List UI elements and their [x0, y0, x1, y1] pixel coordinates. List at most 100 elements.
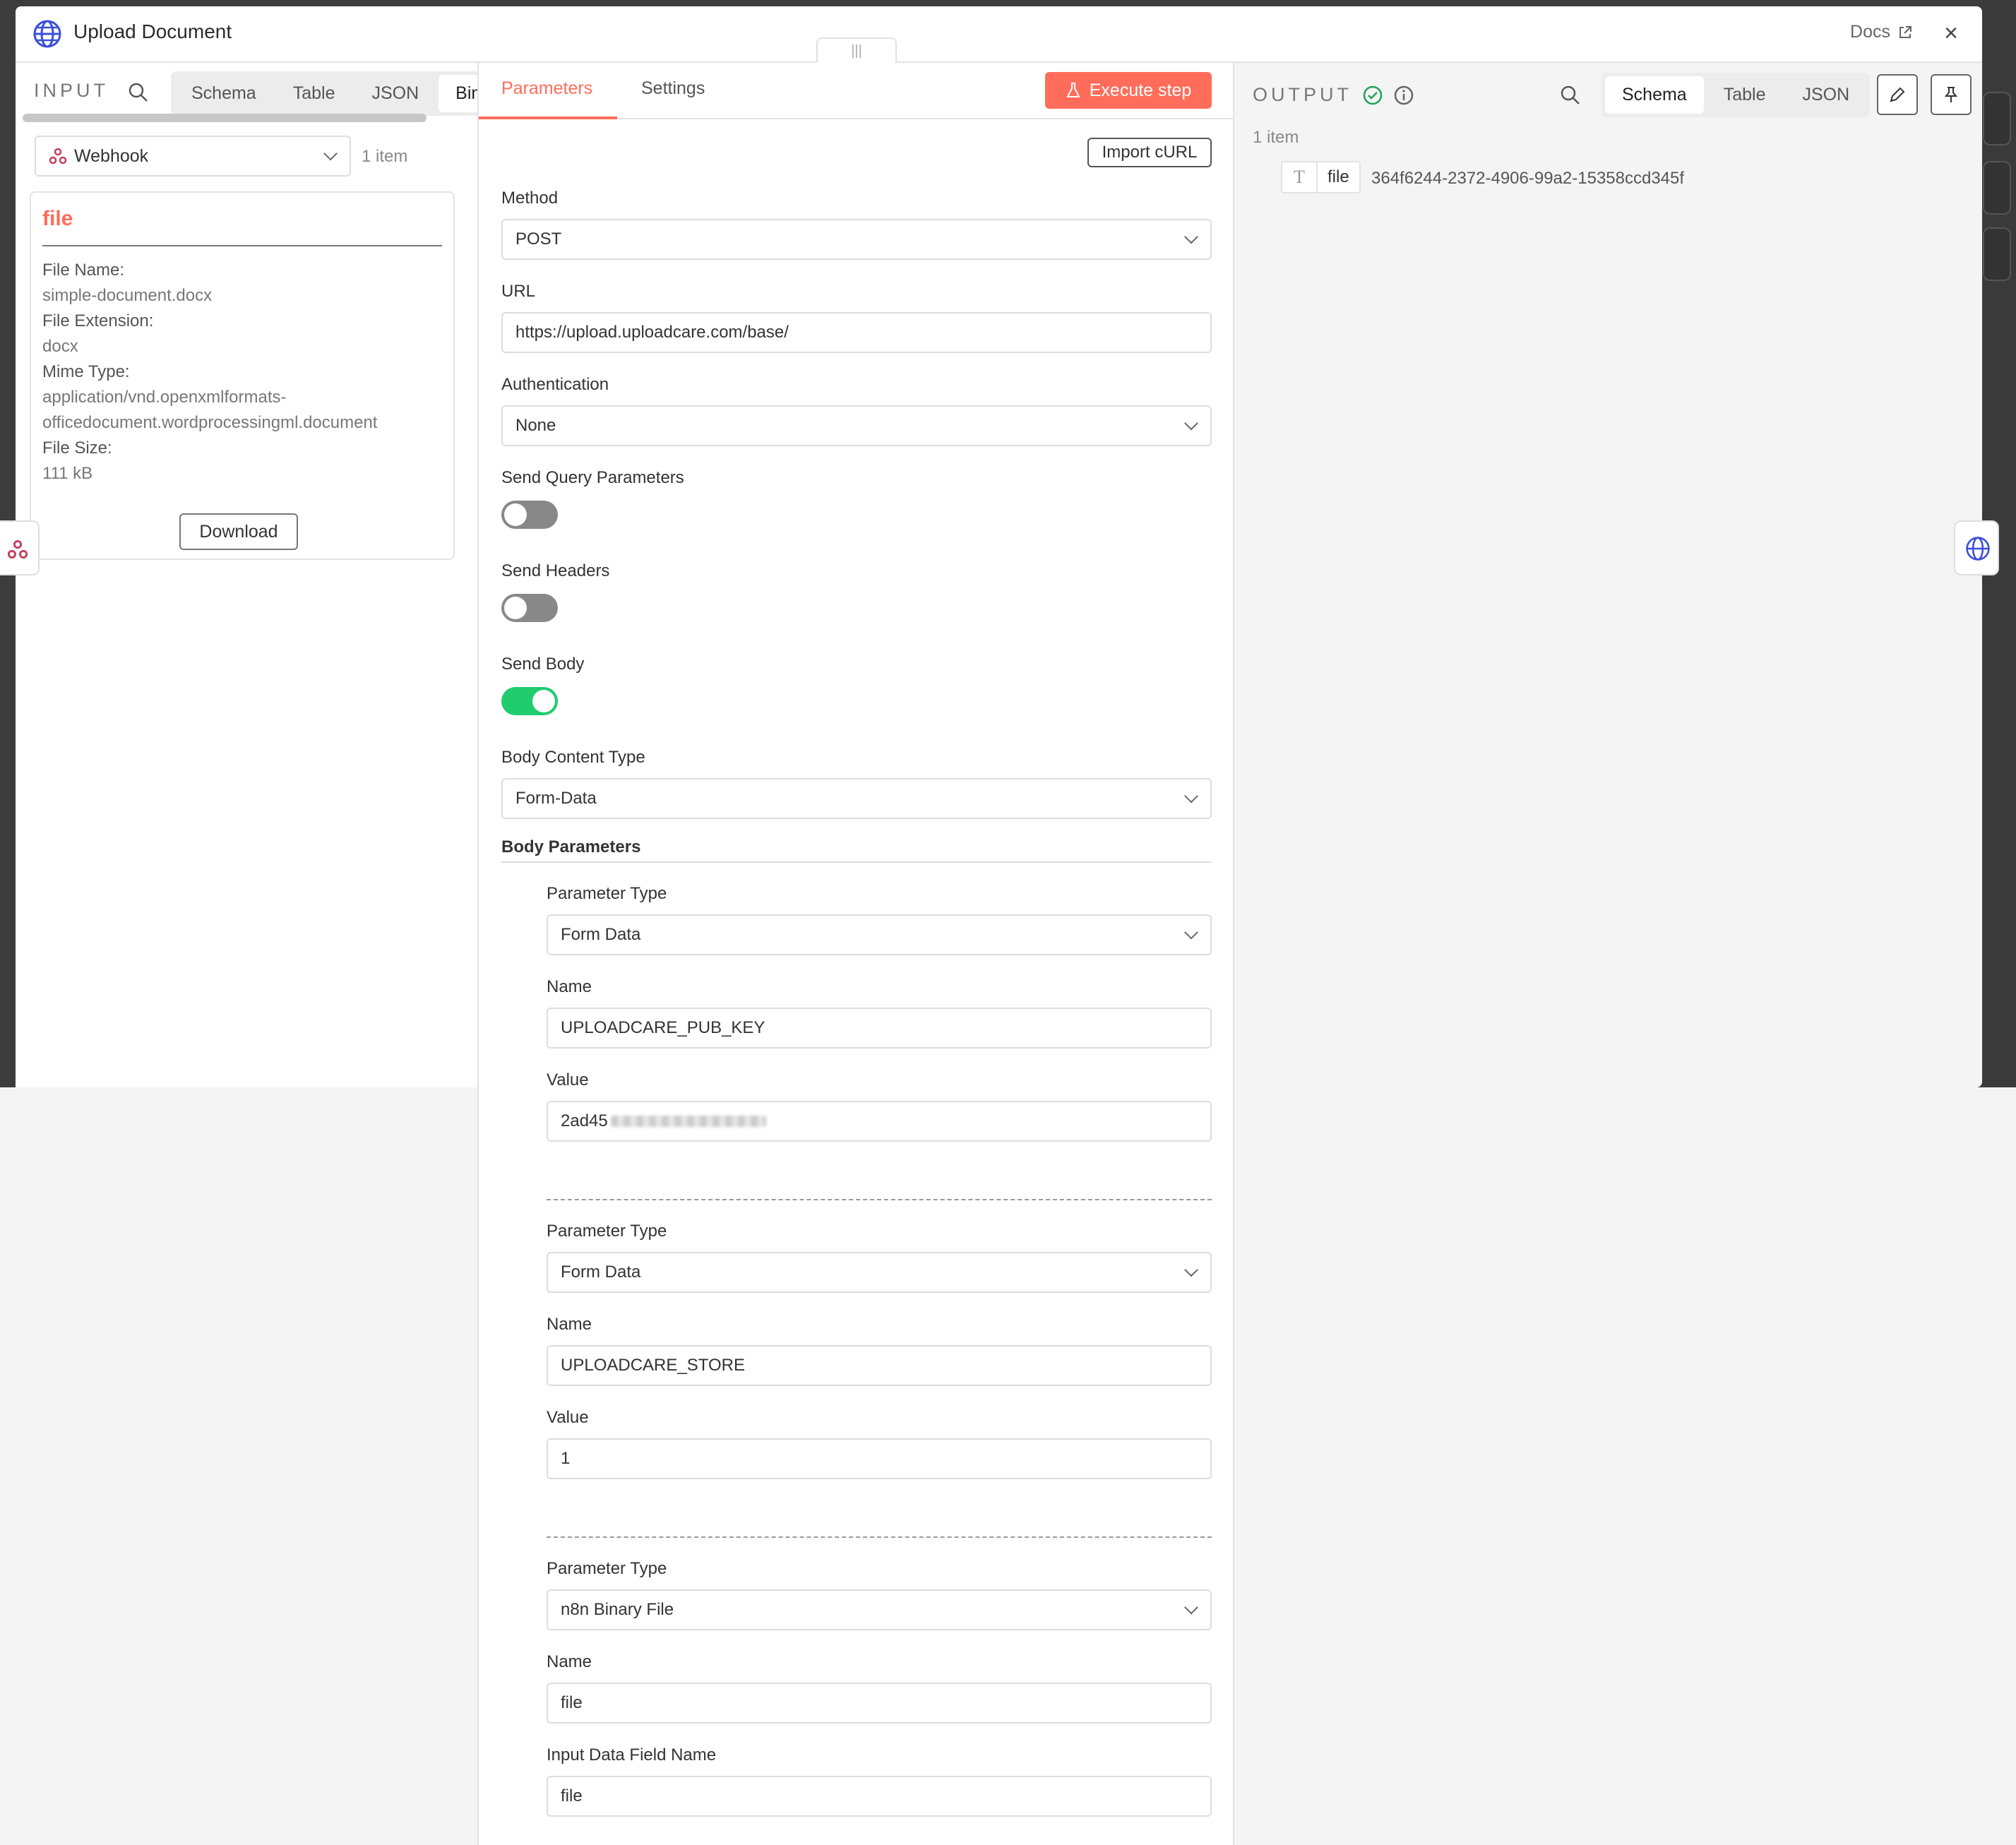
method-value: POST [515, 229, 562, 249]
output-view-tabs: Schema Table JSON [1602, 73, 1871, 117]
parameter-value-input[interactable]: 1 [547, 1438, 1212, 1479]
horizontal-scrollbar[interactable] [23, 114, 427, 122]
input-source-value: Webhook [74, 145, 149, 166]
authentication-select[interactable]: None [501, 405, 1212, 446]
binary-file-card: file File Name: simple-document.docx Fil… [30, 191, 455, 560]
tab-schema[interactable]: Schema [174, 75, 273, 112]
success-check-icon [1363, 85, 1383, 105]
input-data-field-name-value: file [561, 1786, 583, 1805]
parameter-type-select[interactable]: Form Data [547, 1252, 1212, 1293]
file-metadata: File Name: simple-document.docx File Ext… [42, 258, 377, 486]
import-curl-button[interactable]: Import cURL [1087, 138, 1212, 167]
parameters-tabs: Parameters Settings Execute step [479, 63, 1233, 119]
download-button[interactable]: Download [179, 513, 298, 550]
parameter-type-value: Form Data [561, 925, 641, 944]
file-extension-key: File Extension: [42, 311, 154, 330]
file-name-key: File Name: [42, 261, 125, 280]
parameter-type-select[interactable]: n8n Binary File [547, 1589, 1212, 1630]
parameter-value-value: 1 [561, 1449, 571, 1468]
send-query-toggle[interactable] [501, 501, 558, 529]
input-label: INPUT [34, 80, 109, 101]
toggle-knob [532, 690, 555, 712]
input-item-count: 1 item [362, 147, 408, 166]
search-icon[interactable] [1559, 84, 1582, 107]
prev-node-webhook[interactable] [0, 520, 40, 575]
file-size-key: File Size: [42, 438, 112, 458]
url-label: URL [501, 282, 536, 301]
url-input[interactable]: https://upload.uploadcare.com/base/ [501, 312, 1212, 353]
parameter-name-input[interactable]: UPLOADCARE_PUB_KEY [547, 1008, 1212, 1049]
modal-header: Upload Document Docs × [16, 6, 1982, 63]
parameters-panel: Parameters Settings Execute step Import … [477, 63, 1234, 1845]
send-query-label: Send Query Parameters [501, 468, 684, 487]
webhook-icon [49, 148, 67, 165]
parameter-value-input[interactable]: 2ad45 [547, 1101, 1212, 1142]
search-icon[interactable] [127, 81, 150, 104]
schema-field-name: file [1328, 167, 1349, 186]
parameter-value-label: Value [547, 1070, 589, 1089]
send-body-toggle[interactable] [501, 687, 558, 715]
close-button[interactable]: × [1937, 19, 1965, 47]
send-body-label: Send Body [501, 655, 585, 674]
parameter-name-value: file [561, 1693, 583, 1712]
parameter-type-label: Parameter Type [547, 884, 667, 903]
parameter-name-input[interactable]: file [547, 1683, 1212, 1724]
tab-table[interactable]: Table [276, 75, 352, 112]
parameter-type-label: Parameter Type [547, 1222, 667, 1241]
method-label: Method [501, 189, 559, 208]
toggle-knob [504, 597, 527, 619]
input-source-select[interactable]: Webhook [35, 136, 351, 177]
background-node [1983, 161, 2011, 215]
execute-step-button[interactable]: Execute step [1045, 72, 1212, 109]
input-data-field-name-input[interactable]: file [547, 1776, 1212, 1817]
pin-icon [1944, 87, 1958, 102]
docs-label: Docs [1850, 22, 1890, 42]
chevron-down-icon [1184, 789, 1198, 804]
output-header: OUTPUT [1253, 84, 1414, 106]
parameter-value-value: 2ad45 [561, 1111, 608, 1130]
body-parameters-title: Body Parameters [501, 837, 641, 856]
output-item-count: 1 item [1253, 128, 1299, 147]
tab-schema[interactable]: Schema [1605, 76, 1704, 114]
parameter-name-input[interactable]: UPLOADCARE_STORE [547, 1345, 1212, 1386]
string-type-icon: T [1282, 162, 1318, 192]
authentication-value: None [515, 416, 556, 435]
info-icon[interactable] [1393, 85, 1414, 106]
output-label: OUTPUT [1253, 84, 1352, 105]
chevron-down-icon [1184, 1600, 1198, 1615]
body-content-type-label: Body Content Type [501, 748, 645, 767]
chevron-down-icon [1184, 416, 1198, 431]
toggle-knob [504, 503, 527, 526]
pin-data-button[interactable] [1931, 74, 1972, 115]
send-headers-toggle[interactable] [501, 594, 558, 622]
tab-table[interactable]: Table [1707, 76, 1783, 114]
panel-drag-handle[interactable]: ||| [816, 37, 897, 63]
tab-settings[interactable]: Settings [641, 78, 705, 99]
parameter-type-value: n8n Binary File [561, 1600, 674, 1619]
parameter-name-label: Name [547, 977, 592, 996]
mime-type-key: Mime Type: [42, 362, 130, 381]
parameter-name-value: UPLOADCARE_STORE [561, 1356, 745, 1375]
parameter-divider [547, 1199, 1212, 1200]
input-data-field-name-label: Input Data Field Name [547, 1745, 717, 1765]
authentication-label: Authentication [501, 375, 609, 394]
edit-output-button[interactable] [1877, 74, 1918, 115]
parameter-type-select[interactable]: Form Data [547, 914, 1212, 955]
next-node-http-request[interactable] [1954, 520, 1999, 575]
docs-link[interactable]: Docs [1850, 22, 1913, 42]
schema-field-chip[interactable]: T file [1281, 161, 1361, 193]
body-content-type-value: Form-Data [515, 789, 597, 808]
send-headers-label: Send Headers [501, 561, 610, 580]
method-select[interactable]: POST [501, 219, 1212, 260]
tab-json[interactable]: JSON [1785, 76, 1866, 114]
divider [501, 861, 1212, 863]
redacted-value [610, 1116, 766, 1127]
active-tab-indicator [479, 117, 617, 119]
tab-binary[interactable]: Bina [439, 75, 477, 112]
tab-parameters[interactable]: Parameters [501, 78, 592, 99]
parameter-type-label: Parameter Type [547, 1559, 667, 1578]
schema-field-value: 364f6244-2372-4906-99a2-15358ccd345f [1371, 169, 1685, 188]
tab-json[interactable]: JSON [354, 75, 436, 112]
mime-type-value: application/vnd.openxmlformats- [42, 388, 287, 407]
body-content-type-select[interactable]: Form-Data [501, 778, 1212, 819]
